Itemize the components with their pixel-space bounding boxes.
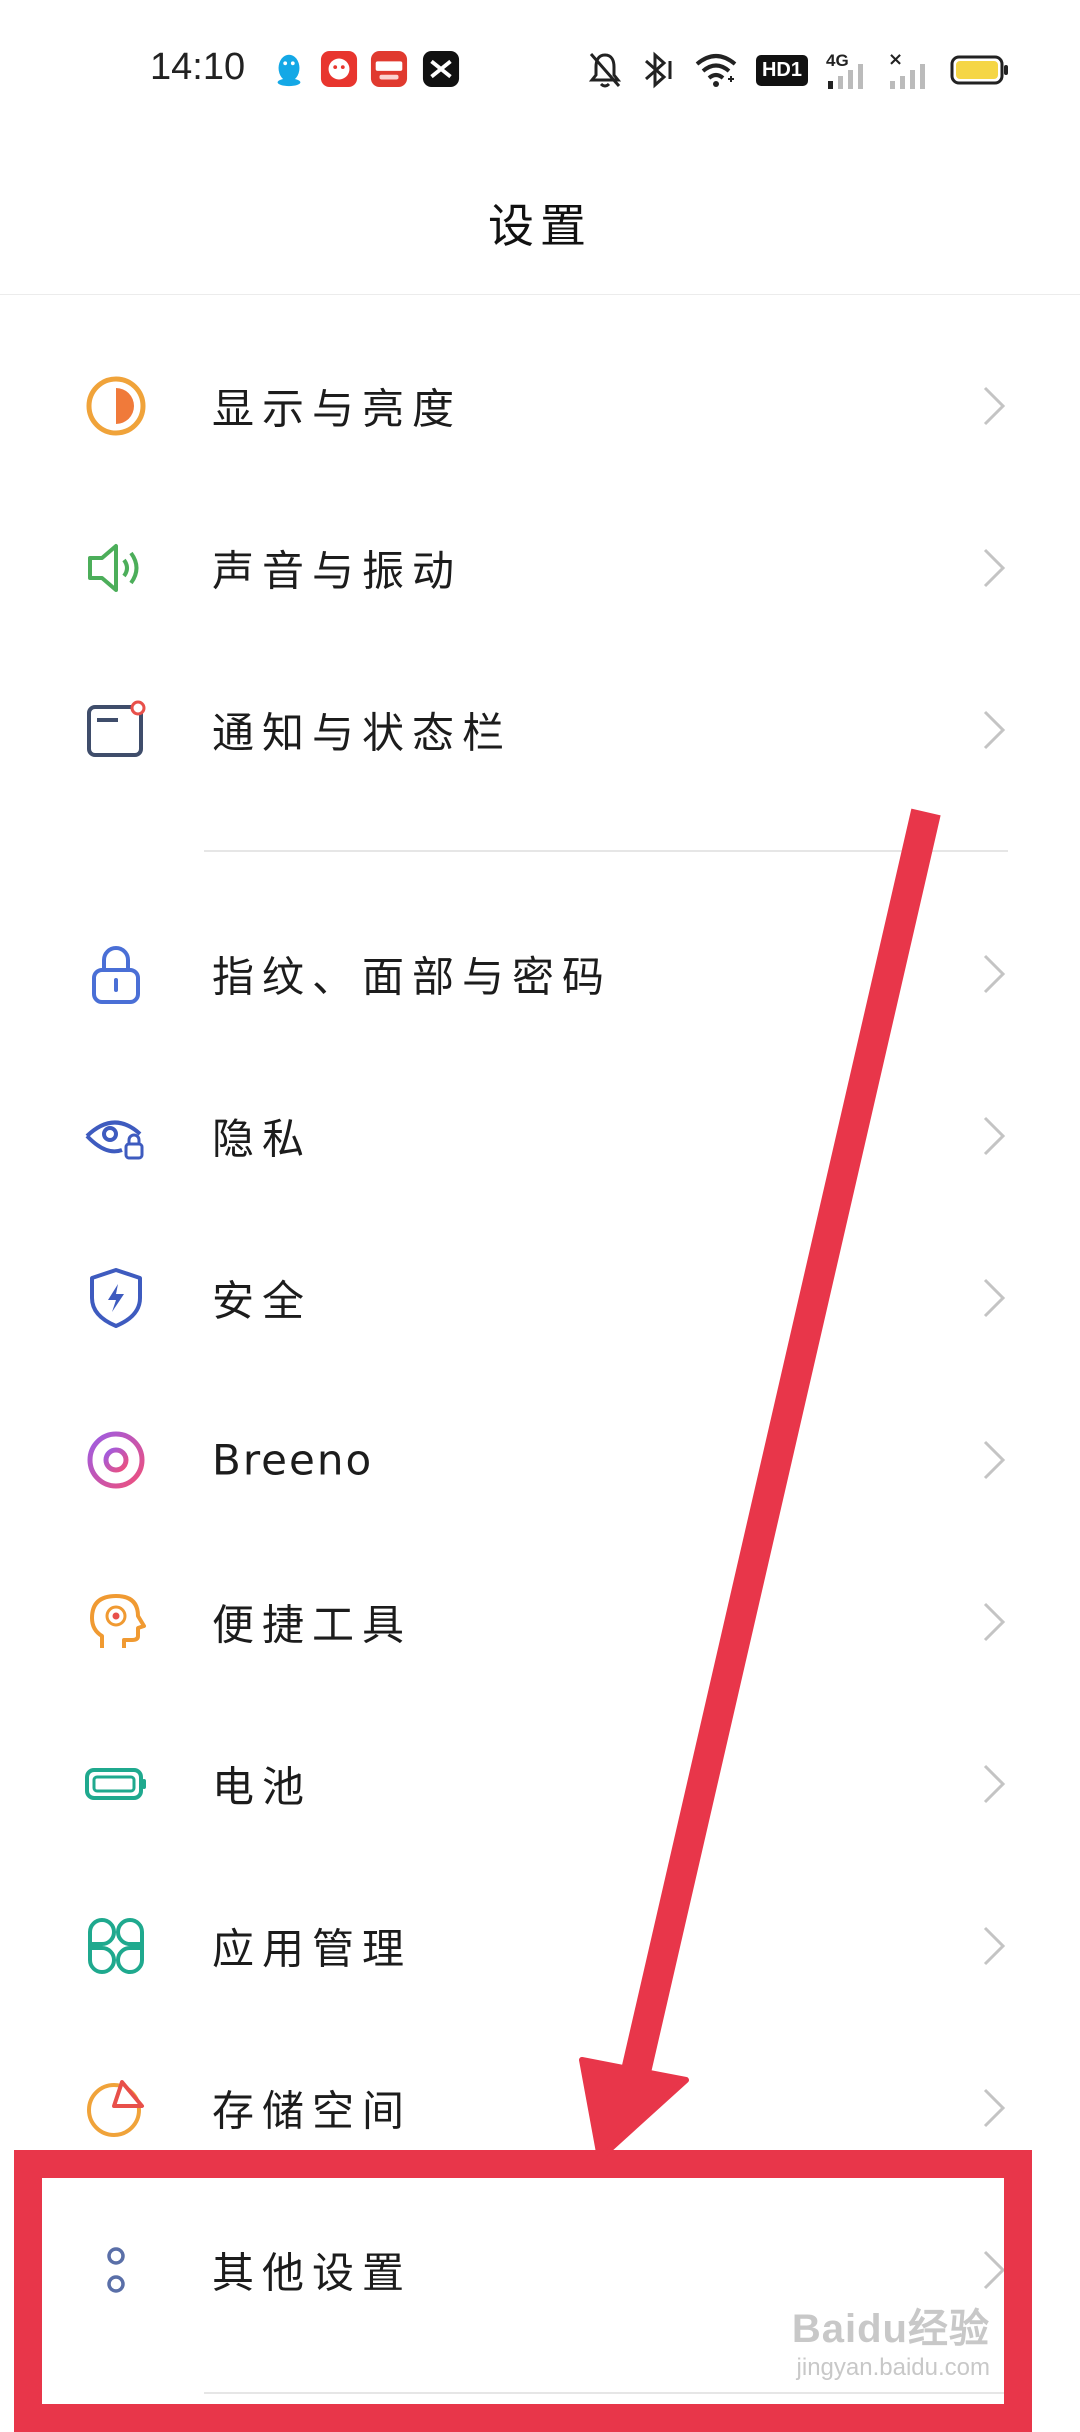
watermark: Baidu经验 jingyan.baidu.com — [792, 2296, 990, 2382]
annotation-arrow — [579, 808, 941, 2161]
watermark-url: jingyan.baidu.com — [796, 2354, 990, 2381]
watermark-logo: Baidu经验 — [791, 2307, 990, 2351]
